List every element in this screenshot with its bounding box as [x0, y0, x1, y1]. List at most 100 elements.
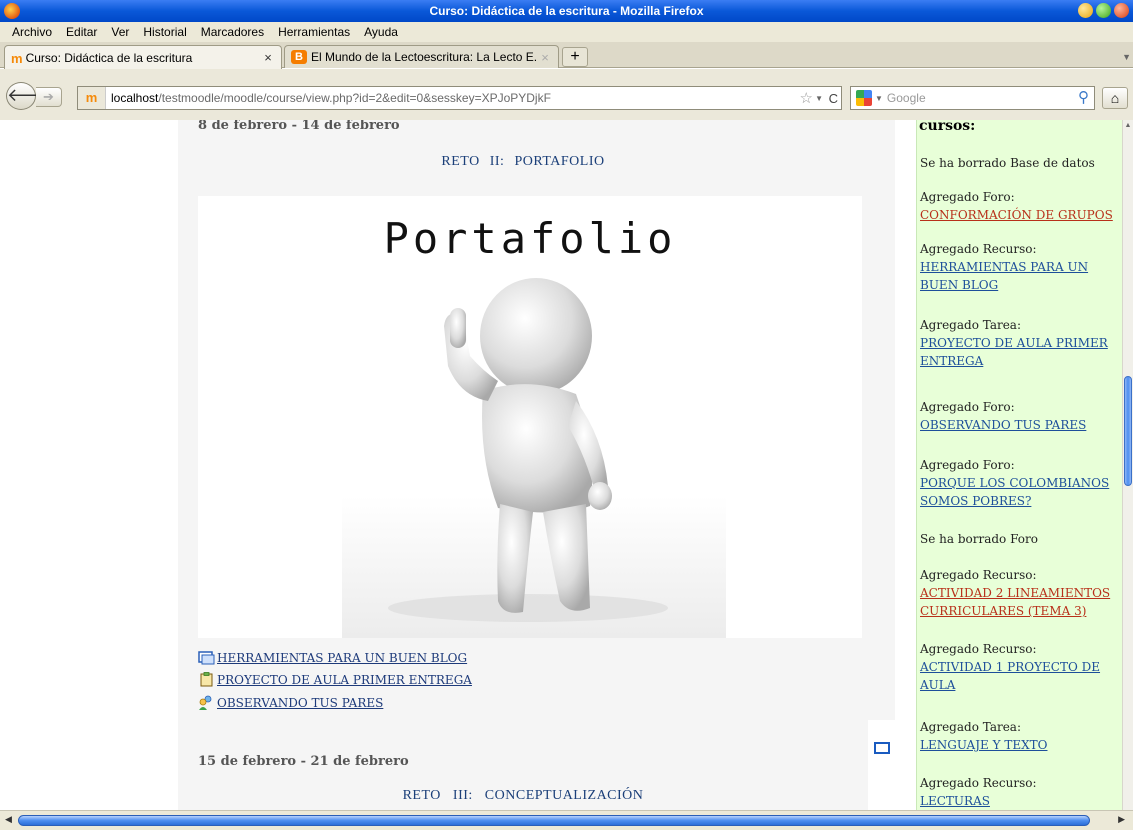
assignment-clipboard-icon — [200, 672, 213, 687]
reto-word: RETO — [402, 788, 441, 803]
activity-text: Agregado Recurso: — [920, 776, 1037, 790]
menu-herramientas[interactable]: Herramientas — [272, 25, 358, 39]
tab-label: Curso: Didáctica de la escritura — [25, 50, 193, 65]
horizontal-scrollbar[interactable]: ◀ ▶ — [0, 810, 1133, 830]
search-icon[interactable]: ⚲ — [1078, 88, 1089, 106]
vertical-scroll-thumb[interactable] — [1124, 376, 1132, 486]
activity-link[interactable]: LECTURAS — [920, 792, 1116, 810]
activity-text: Se ha borrado Foro — [920, 532, 1038, 546]
url-host: localhost — [111, 91, 159, 105]
thumbs-up-figure-icon — [342, 278, 726, 638]
activity-text: Agregado Foro: — [920, 458, 1015, 472]
search-bar[interactable]: ▼ Google ⚲ — [850, 86, 1095, 110]
assignment-link-label[interactable]: PROYECTO DE AULA PRIMER ENTREGA — [217, 673, 472, 687]
menu-marcadores[interactable]: Marcadores — [195, 25, 272, 39]
activity-text: Agregado Recurso: — [920, 242, 1037, 256]
activity-text: Agregado Recurso: — [920, 642, 1037, 656]
back-button[interactable]: 🡐 — [6, 82, 55, 110]
tab-close-icon[interactable]: × — [261, 50, 275, 65]
window-title: Curso: Didáctica de la escritura - Mozil… — [429, 4, 704, 18]
reto-number: II: — [489, 154, 505, 169]
activity-item: Agregado Recurso: ACTIVIDAD 2 LINEAMIENT… — [920, 566, 1116, 620]
portafolio-image: Portafolio — [198, 196, 862, 638]
close-window-button[interactable] — [1114, 3, 1129, 18]
activity-link[interactable]: ACTIVIDAD 1 PROYECTO DE AULA — [920, 658, 1116, 694]
section-dates-2: 15 de febrero - 21 de febrero — [198, 754, 409, 769]
reload-icon[interactable]: C — [829, 91, 838, 106]
tab-strip: m Curso: Didáctica de la escritura × B E… — [0, 42, 1133, 69]
menu-ver[interactable]: Ver — [105, 25, 137, 39]
menu-bar: Archivo Editar Ver Historial Marcadores … — [0, 22, 1133, 42]
activity-item: Se ha borrado Base de datos — [920, 154, 1116, 172]
menu-editar[interactable]: Editar — [60, 25, 105, 39]
section-heading: RETO II: PORTAFOLIO — [178, 154, 868, 170]
forum-people-icon — [199, 695, 212, 710]
tab-label: El Mundo de la Lectoescritura: La Lecto … — [311, 50, 538, 64]
horizontal-scroll-thumb[interactable] — [18, 815, 1090, 826]
menu-ayuda[interactable]: Ayuda — [358, 25, 406, 39]
vertical-scrollbar[interactable]: ▲ — [1122, 120, 1133, 810]
history-dropdown-icon[interactable]: ▼ — [815, 94, 823, 103]
url-bar[interactable]: m localhost/testmoodle/moodle/course/vie… — [77, 86, 842, 110]
blogger-favicon-icon: B — [291, 50, 307, 64]
activity-text: Se ha borrado Base de datos — [920, 156, 1095, 170]
activity-item: Se ha borrado Foro — [920, 530, 1116, 548]
activity-text: Agregado Tarea: — [920, 720, 1022, 734]
search-engine-dropdown-icon[interactable]: ▼ — [875, 94, 883, 103]
window-controls — [1078, 3, 1129, 18]
menu-archivo[interactable]: Archivo — [6, 25, 60, 39]
menu-historial[interactable]: Historial — [137, 25, 194, 39]
forum-link[interactable]: OBSERVANDO TUS PARES — [198, 695, 383, 710]
reto-number: III: — [452, 788, 473, 803]
forward-button[interactable]: ➔ — [36, 87, 62, 107]
tab-curso[interactable]: m Curso: Didáctica de la escritura × — [4, 45, 282, 69]
activity-text: Agregado Foro: — [920, 190, 1015, 204]
home-button[interactable]: ⌂ — [1102, 87, 1128, 109]
activity-link[interactable]: OBSERVANDO TUS PARES — [920, 416, 1116, 434]
section-side-gap — [868, 120, 895, 720]
activity-text: Agregado Recurso: — [920, 568, 1037, 582]
tab-list-dropdown-icon[interactable]: ▼ — [1122, 52, 1131, 62]
activity-item: Agregado Recurso: ACTIVIDAD 1 PROYECTO D… — [920, 640, 1116, 694]
assignment-link[interactable]: PROYECTO DE AULA PRIMER ENTREGA — [198, 672, 472, 687]
activity-link[interactable]: HERRAMIENTAS PARA UN BUEN BLOG — [920, 258, 1116, 294]
activity-link[interactable]: PORQUE LOS COLOMBIANOS SOMOS POBRES? — [920, 474, 1116, 510]
reto-title: PORTAFOLIO — [514, 154, 605, 169]
minimize-button[interactable] — [1078, 3, 1093, 18]
page-viewport: 8 de febrero - 14 de febrero RETO II: PORT… — [0, 120, 1122, 810]
activity-item: Agregado Foro: PORQUE LOS COLOMBIANOS SO… — [920, 456, 1116, 510]
tab-blog[interactable]: B El Mundo de la Lectoescritura: La Lect… — [284, 45, 559, 68]
scroll-right-icon[interactable]: ▶ — [1118, 814, 1125, 825]
block-heading: cursos: — [919, 120, 976, 134]
scroll-left-icon[interactable]: ◀ — [5, 814, 12, 825]
firefox-logo-icon — [4, 3, 20, 19]
google-engine-icon[interactable] — [856, 90, 872, 106]
activity-item: Agregado Recurso: LECTURAS — [920, 774, 1116, 810]
reto-word: RETO — [441, 154, 480, 169]
activity-item: Agregado Tarea: LENGUAJE Y TEXTO — [920, 718, 1116, 754]
site-identity-icon[interactable]: m — [78, 87, 106, 109]
activity-link[interactable]: LENGUAJE Y TEXTO — [920, 736, 1116, 754]
resource-link[interactable]: HERRAMIENTAS PARA UN BUEN BLOG — [198, 650, 467, 665]
title-bar: Curso: Didáctica de la escritura - Mozil… — [0, 0, 1133, 22]
activity-link[interactable]: PROYECTO DE AULA PRIMER ENTREGA — [920, 334, 1116, 370]
activity-text: Agregado Foro: — [920, 400, 1015, 414]
activity-item: Agregado Foro: OBSERVANDO TUS PARES — [920, 398, 1116, 434]
navigation-bar: 🡐 ➔ m localhost/testmoodle/moodle/course… — [0, 69, 1133, 120]
tab-close-icon[interactable]: × — [538, 50, 552, 65]
activity-link[interactable]: ACTIVIDAD 2 LINEAMIENTOS CURRICULARES (T… — [920, 584, 1116, 620]
maximize-button[interactable] — [1096, 3, 1111, 18]
bookmark-star-icon[interactable]: ☆ — [800, 89, 813, 107]
search-input[interactable]: Google — [887, 91, 926, 105]
activity-item: Agregado Tarea: PROYECTO DE AULA PRIMER … — [920, 316, 1116, 370]
resource-link-label[interactable]: HERRAMIENTAS PARA UN BUEN BLOG — [217, 651, 467, 665]
section-heading-2: RETO III: CONCEPTUALIZACIÓN — [178, 788, 868, 804]
forum-link-label[interactable]: OBSERVANDO TUS PARES — [217, 696, 383, 710]
url-path: /testmoodle/moodle/course/view.php?id=2&… — [158, 91, 551, 105]
activity-link[interactable]: CONFORMACIÓN DE GRUPOS — [920, 206, 1116, 224]
section-highlight-icon[interactable] — [874, 742, 890, 754]
section-dates: 8 de febrero - 14 de febrero — [198, 120, 400, 133]
scroll-up-icon[interactable]: ▲ — [1123, 120, 1133, 131]
new-tab-button[interactable]: + — [562, 47, 588, 67]
activity-text: Agregado Tarea: — [920, 318, 1022, 332]
